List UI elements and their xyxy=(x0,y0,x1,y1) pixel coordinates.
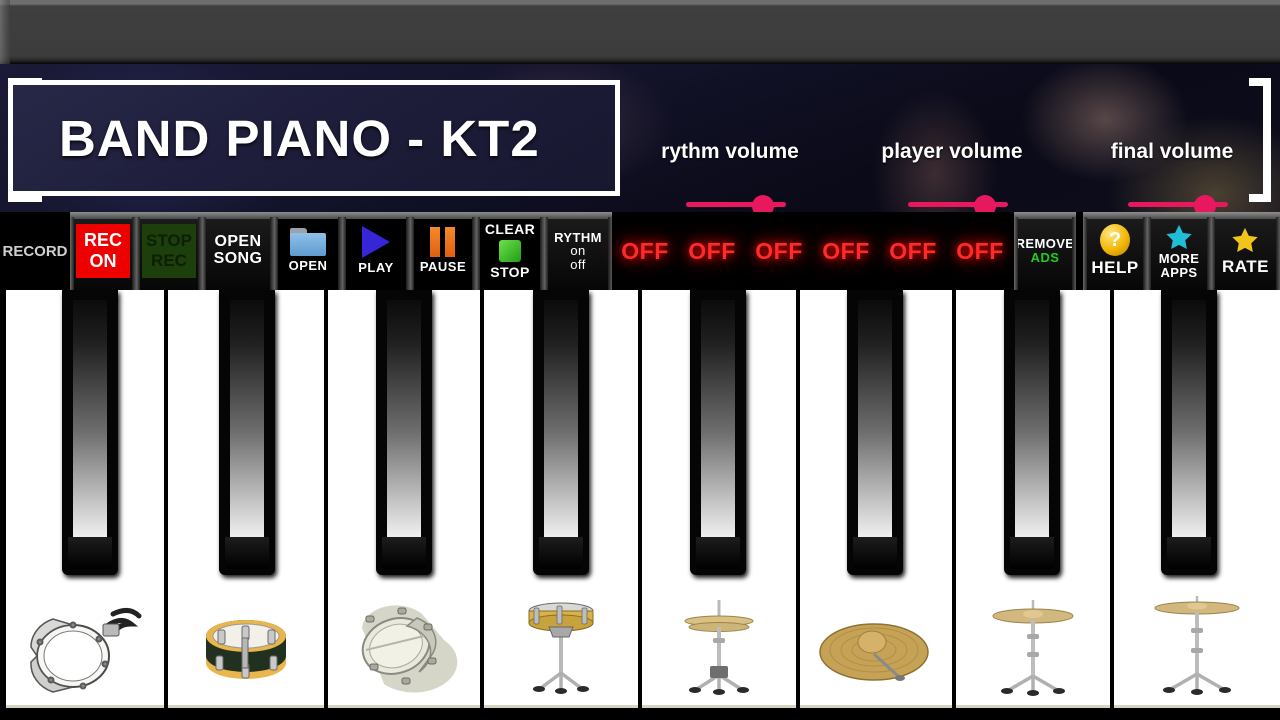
question-circle-icon: ? xyxy=(1100,224,1130,257)
slider-player-volume[interactable]: player volume 020406080100 xyxy=(852,128,1052,212)
slider-track-player[interactable] xyxy=(908,192,1018,212)
record-section-label: RECORD xyxy=(0,212,70,290)
stop-square-icon xyxy=(498,240,521,262)
off-indicator-3[interactable]: OFF xyxy=(746,212,812,290)
play-button[interactable]: PLAY xyxy=(342,212,410,290)
off-indicator-4-text: OFF xyxy=(822,237,870,264)
rec-on-line1: REC xyxy=(83,230,122,250)
ride-cymbal-icon xyxy=(819,623,929,681)
off-indicator-1[interactable]: OFF xyxy=(612,212,678,290)
pause-icon xyxy=(430,227,456,258)
question-glyph: ? xyxy=(1108,228,1122,251)
header-region: BAND PIANO - KT2 rythm volume 0204060801… xyxy=(0,64,1280,212)
clear-stop-line1: CLEAR xyxy=(484,221,536,238)
black-key-6[interactable] xyxy=(847,290,903,575)
open-song-button[interactable]: OPEN SONG xyxy=(202,212,274,290)
off-indicator-6-text: OFF xyxy=(956,237,1004,264)
slider-final-volume[interactable]: final volume 020406080100 xyxy=(1072,128,1272,212)
help-caption: HELP xyxy=(1091,258,1139,278)
top-system-bar xyxy=(0,0,1280,64)
app-root: BAND PIANO - KT2 rythm volume 0204060801… xyxy=(0,0,1280,720)
open-button[interactable]: OPEN xyxy=(274,212,342,290)
remove-ads-line1: REMOVE xyxy=(1015,236,1075,252)
pause-caption: PAUSE xyxy=(419,259,467,275)
app-title-banner: BAND PIANO - KT2 xyxy=(8,80,620,196)
off-indicator-4[interactable]: OFF xyxy=(813,212,879,290)
snare-drum-on-stand-icon xyxy=(528,602,594,694)
clear-stop-line2: STOP xyxy=(490,264,530,280)
right-bracket-decoration xyxy=(1249,78,1271,202)
black-key-1[interactable] xyxy=(62,290,118,575)
stop-rec-line1: STOP xyxy=(146,231,192,250)
off-indicator-6[interactable]: OFF xyxy=(947,212,1013,290)
floor-tom-icon xyxy=(361,605,458,693)
slider-thumb-final[interactable] xyxy=(1194,195,1216,212)
folder-icon xyxy=(290,228,326,257)
rec-on-pad[interactable]: REC ON xyxy=(76,224,130,278)
off-indicator-5[interactable]: OFF xyxy=(880,212,946,290)
off-indicator-1-text: OFF xyxy=(621,237,669,264)
crash-cymbal-stand-tall-icon xyxy=(1154,596,1240,695)
play-icon xyxy=(361,226,390,259)
slider-label-player: player volume xyxy=(881,140,1023,163)
more-apps-line1: MORE xyxy=(1158,250,1200,266)
more-apps-line2: APPS xyxy=(1160,264,1198,280)
slider-label-final: final volume xyxy=(1110,140,1234,163)
slider-track-final[interactable] xyxy=(1128,192,1238,212)
pause-button[interactable]: PAUSE xyxy=(410,212,476,290)
more-apps-button[interactable]: MORE APPS xyxy=(1147,212,1211,290)
star-icon xyxy=(1166,224,1192,249)
rythm-toggle-button[interactable]: RYTHM on off xyxy=(544,212,612,290)
rythm-line2: on xyxy=(570,243,586,259)
slider-thumb-rythm[interactable] xyxy=(752,195,774,212)
help-button[interactable]: ? HELP xyxy=(1083,212,1147,290)
rythm-line1: RYTHM xyxy=(554,229,602,245)
off-indicator-2[interactable]: OFF xyxy=(679,212,745,290)
black-key-3[interactable] xyxy=(376,290,432,575)
black-key-4[interactable] xyxy=(533,290,589,575)
slider-rythm-volume[interactable]: rythm volume 020406080100 xyxy=(630,128,830,212)
topbar-edge-highlight xyxy=(0,0,10,64)
stop-rec-button[interactable]: STOP REC xyxy=(136,212,202,290)
bass-drum-icon xyxy=(30,608,142,693)
rec-on-line2: ON xyxy=(89,251,117,271)
piano-keyboard xyxy=(0,290,1280,720)
black-key-2[interactable] xyxy=(219,290,275,575)
open-song-line1: OPEN xyxy=(214,233,262,251)
slider-label-rythm: rythm volume xyxy=(661,140,799,163)
hi-hat-icon xyxy=(684,600,754,695)
off-indicator-2-text: OFF xyxy=(688,237,736,264)
toolbar: RECORD REC ON STOP REC OPEN SONG OPEN PL… xyxy=(0,212,1280,290)
stop-rec-pad[interactable]: STOP REC xyxy=(142,224,196,278)
page-title: BAND PIANO - KT2 xyxy=(59,109,540,167)
open-song-line2: SONG xyxy=(213,250,263,267)
crash-cymbal-stand-icon xyxy=(992,600,1074,696)
rythm-line3: off xyxy=(570,256,586,272)
off-indicator-3-text: OFF xyxy=(755,237,803,264)
rate-button[interactable]: RATE xyxy=(1211,212,1280,290)
stop-rec-line2: REC xyxy=(151,251,187,270)
rec-on-button[interactable]: REC ON xyxy=(70,212,136,290)
marching-snare-drum-icon xyxy=(206,620,286,679)
rate-caption: RATE xyxy=(1221,256,1269,276)
clear-stop-button[interactable]: CLEAR STOP xyxy=(476,212,544,290)
remove-ads-button[interactable]: REMOVE ADS xyxy=(1014,212,1076,290)
play-caption: PLAY xyxy=(358,260,394,276)
volume-sliders-group: rythm volume 020406080100 player volume … xyxy=(630,128,1270,212)
slider-thumb-player[interactable] xyxy=(974,195,996,212)
off-indicator-5-text: OFF xyxy=(889,237,937,264)
black-key-7[interactable] xyxy=(1004,290,1060,575)
slider-track-rythm[interactable] xyxy=(686,192,796,212)
remove-ads-line2: ADS xyxy=(1030,250,1060,265)
open-caption: OPEN xyxy=(288,258,328,274)
star-icon xyxy=(1232,227,1259,252)
black-key-5[interactable] xyxy=(690,290,746,575)
record-label-text: RECORD xyxy=(2,242,68,260)
black-key-8[interactable] xyxy=(1161,290,1217,575)
